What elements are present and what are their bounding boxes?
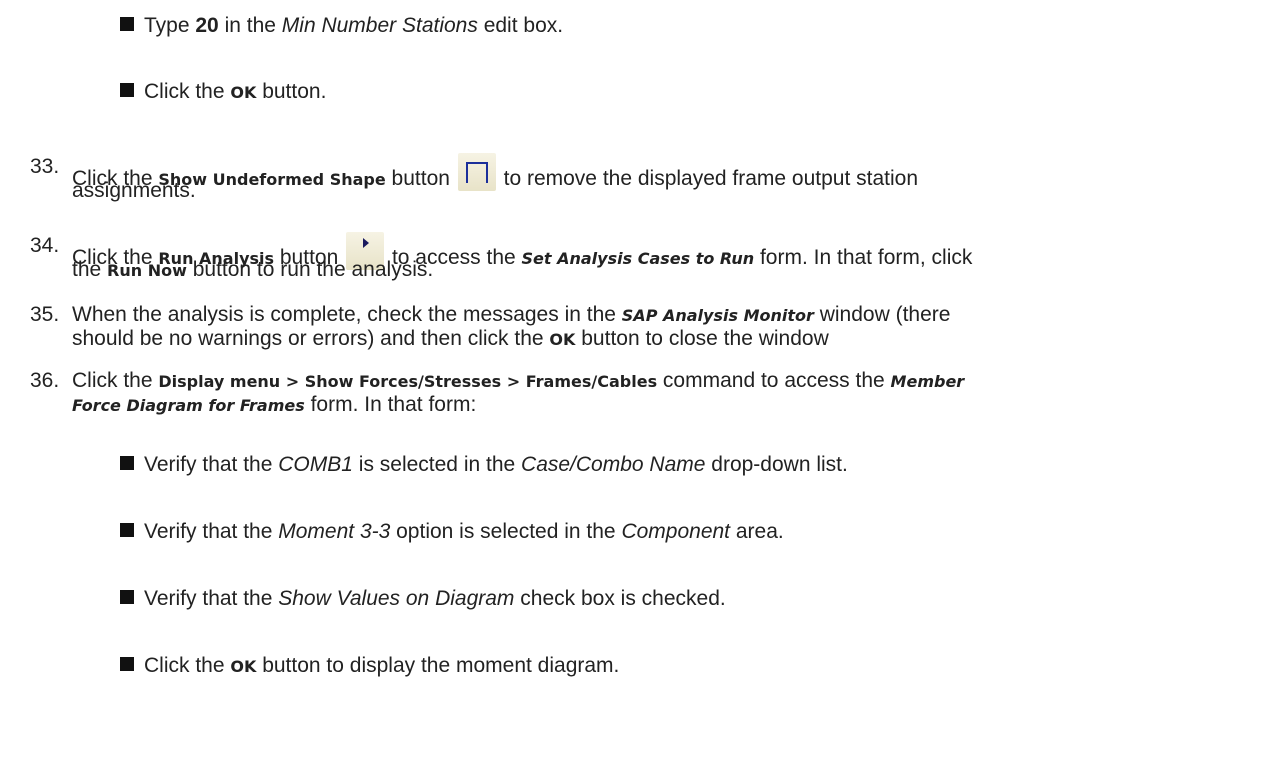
bullet-square — [120, 17, 134, 31]
step-number: 36. — [30, 369, 60, 392]
show-undeformed-shape-icon — [457, 153, 496, 191]
step-number: 34. — [30, 234, 60, 257]
bullet-item: Verify that the Show Values on Diagram c… — [120, 585, 726, 612]
bullet-item: Type 20 in the Min Number Stations edit … — [120, 12, 563, 39]
bullet-item: Verify that the Moment 3-3 option is sel… — [120, 518, 784, 545]
step-33-text: Click the Show Undeformed Shape button t… — [72, 153, 918, 193]
bullet-square — [120, 83, 134, 97]
bullet-item: Click the OK button. — [120, 78, 326, 106]
step-35-line2: should be no warnings or errors) and the… — [72, 327, 829, 350]
step-36-line2: Force Diagram for Frames form. In that f… — [72, 393, 477, 416]
bullet-item: Click the OK button to display the momen… — [120, 652, 619, 680]
step-number: 35. — [30, 303, 60, 326]
bullet-item: Verify that the COMB1 is selected in the… — [120, 451, 848, 478]
bullet-square — [120, 456, 134, 470]
bullet-square — [120, 590, 134, 604]
bullet-square — [120, 657, 134, 671]
step-33-line2: assignments. — [72, 179, 196, 202]
bullet-square — [120, 523, 134, 537]
step-34-line2: the Run Now button to run the analysis. — [72, 258, 434, 281]
step-number: 33. — [30, 155, 60, 178]
